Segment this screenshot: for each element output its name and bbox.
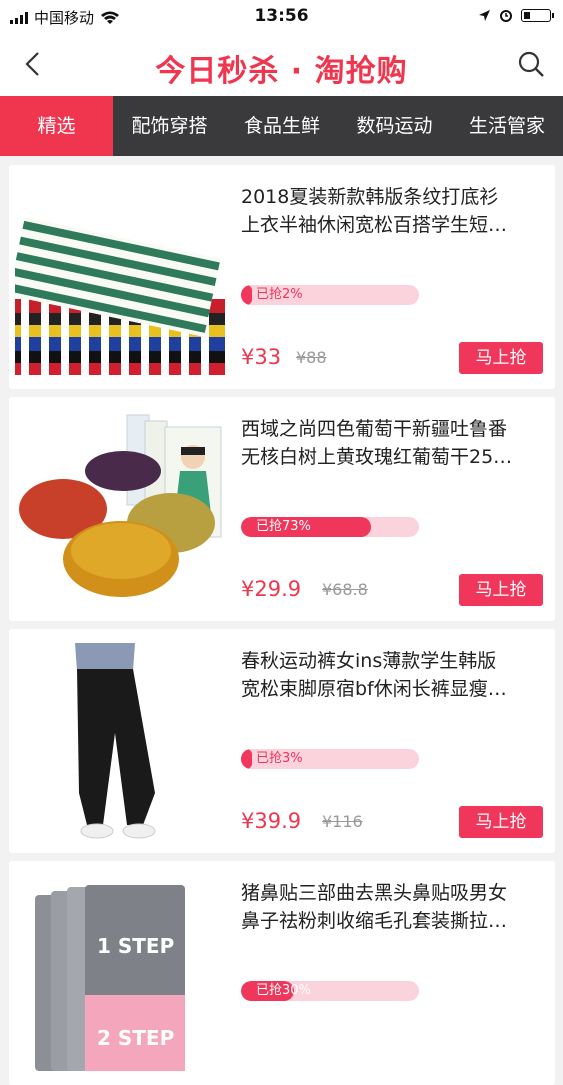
- product-card[interactable]: 西域之尚四色葡萄干新疆吐鲁番 无核白树上黄玫瑰红葡萄干25… 已抢73% ¥29…: [9, 397, 555, 621]
- progress-label: 已抢73%: [256, 519, 311, 534]
- nav-header: 今日秒杀 · 淘抢购: [0, 32, 563, 96]
- progress-fill: [241, 749, 252, 769]
- product-image-sweatpants: [15, 643, 225, 839]
- product-card[interactable]: 1 STEP 2 STEP 猪鼻贴三部曲去黑头鼻贴吸男女 鼻子祛粉刺收缩毛孔套装…: [9, 861, 555, 1085]
- sale-price: ¥29.9: [241, 577, 302, 601]
- svg-text:1 STEP: 1 STEP: [97, 934, 174, 958]
- tab-digital[interactable]: 数码运动: [338, 96, 451, 156]
- search-icon[interactable]: [515, 48, 547, 80]
- product-card[interactable]: 春秋运动裤女ins薄款学生韩版 宽松束脚原宿bf休闲长裤显瘦… 已抢3% ¥39…: [9, 629, 555, 853]
- alarm-icon: [500, 10, 512, 22]
- svg-text:2 STEP: 2 STEP: [97, 1026, 174, 1050]
- sold-progress-bar: 已抢30%: [241, 981, 419, 1001]
- product-title: 猪鼻贴三部曲去黑头鼻贴吸男女 鼻子祛粉刺收缩毛孔套装撕拉…: [241, 882, 508, 932]
- product-image-nose-strips: 1 STEP 2 STEP: [15, 875, 225, 1071]
- tab-life[interactable]: 生活管家: [451, 96, 563, 156]
- status-bar: 中国移动 13:56: [0, 0, 563, 32]
- product-card[interactable]: 2018夏装新款韩版条纹打底衫 上衣半袖休闲宽松百搭学生短… 已抢2% ¥33 …: [9, 165, 555, 389]
- status-right: [478, 8, 554, 22]
- sale-price: ¥33: [241, 345, 282, 369]
- tab-food[interactable]: 食品生鲜: [226, 96, 338, 156]
- category-tabs: 精选 配饰穿搭 食品生鲜 数码运动 生活管家: [0, 96, 563, 156]
- original-price: ¥88: [296, 348, 327, 367]
- buy-now-button[interactable]: 马上抢: [459, 806, 543, 838]
- original-price: ¥116: [322, 812, 363, 831]
- sale-price: ¥39.9: [241, 809, 302, 833]
- battery-icon: [521, 8, 554, 22]
- tab-accessories[interactable]: 配饰穿搭: [113, 96, 226, 156]
- progress-label: 已抢3%: [256, 751, 303, 766]
- sold-progress-bar: 已抢2%: [241, 285, 419, 305]
- progress-label: 已抢30%: [256, 983, 311, 998]
- product-title: 春秋运动裤女ins薄款学生韩版 宽松束脚原宿bf休闲长裤显瘦…: [241, 650, 507, 700]
- product-title: 西域之尚四色葡萄干新疆吐鲁番 无核白树上黄玫瑰红葡萄干25…: [241, 418, 513, 468]
- tab-featured[interactable]: 精选: [0, 96, 113, 156]
- sold-progress-bar: 已抢73%: [241, 517, 419, 537]
- page-title: 今日秒杀 · 淘抢购: [155, 54, 408, 89]
- progress-fill: [241, 285, 252, 305]
- progress-label: 已抢2%: [256, 287, 303, 302]
- buy-now-button[interactable]: 马上抢: [459, 342, 543, 374]
- product-title: 2018夏装新款韩版条纹打底衫 上衣半袖休闲宽松百搭学生短…: [241, 186, 508, 236]
- original-price: ¥68.8: [322, 580, 368, 599]
- product-image-striped-shirts: [15, 179, 225, 375]
- product-image-raisins: [15, 411, 225, 607]
- buy-now-button[interactable]: 马上抢: [459, 574, 543, 606]
- location-icon: [479, 9, 490, 21]
- sold-progress-bar: 已抢3%: [241, 749, 419, 769]
